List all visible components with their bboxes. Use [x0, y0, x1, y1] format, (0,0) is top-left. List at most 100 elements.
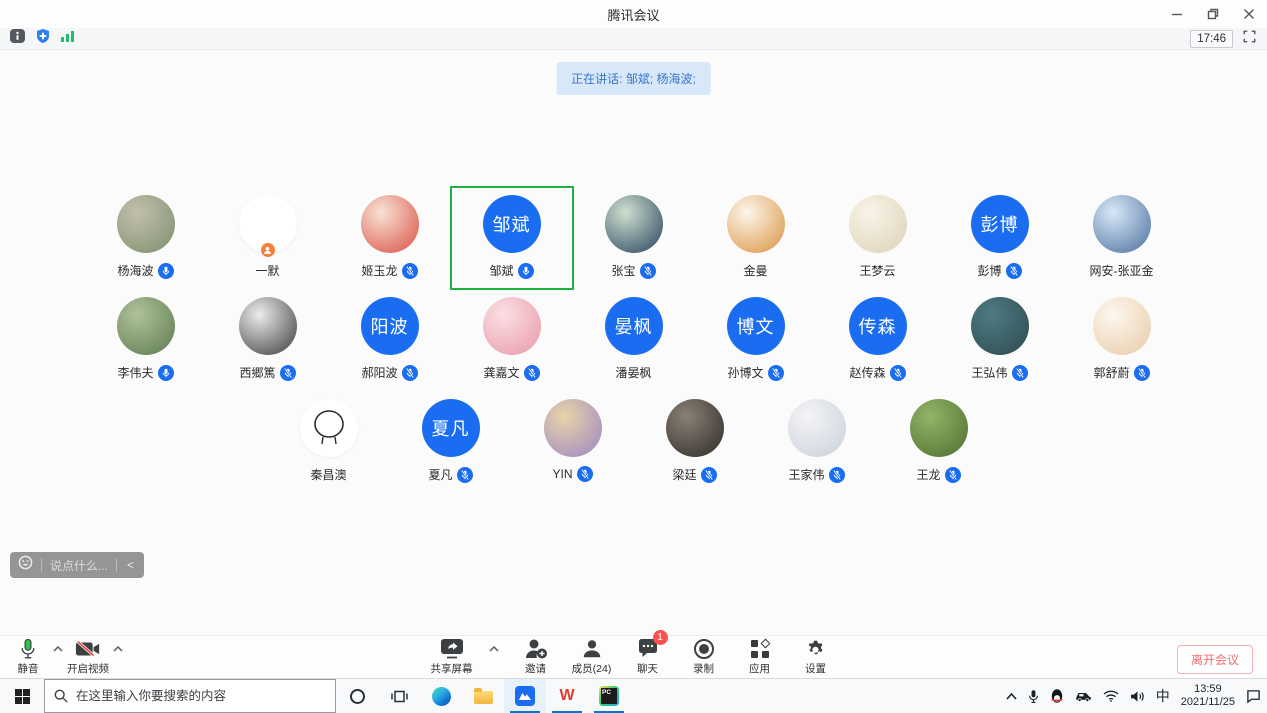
- participant-tile[interactable]: 网安-张亚金: [1061, 187, 1183, 289]
- chat-quick-bubble[interactable]: 说点什么... <: [10, 552, 144, 578]
- wifi-icon[interactable]: [1103, 690, 1119, 702]
- mic-muted-icon: [402, 365, 418, 381]
- participant-tile[interactable]: 西郷篤: [207, 289, 329, 391]
- avatar: 晏枫: [605, 297, 663, 355]
- participant-tile[interactable]: YIN: [512, 391, 634, 493]
- participant-name-row: 郭舒蔚: [1093, 364, 1149, 381]
- participant-tile[interactable]: 李伟夫: [85, 289, 207, 391]
- titlebar: 腾讯会议: [0, 0, 1267, 28]
- participant-tile[interactable]: 龚嘉文: [451, 289, 573, 391]
- taskbar-task-view-button[interactable]: [378, 679, 420, 713]
- photo-avatar: [788, 399, 846, 457]
- car-icon[interactable]: [1075, 690, 1092, 702]
- photo-avatar: [239, 297, 297, 355]
- action-center-icon[interactable]: [1246, 689, 1261, 703]
- chat-input-placeholder[interactable]: 说点什么...: [50, 557, 108, 574]
- participant-name: YIN: [552, 467, 572, 481]
- tray-microphone-icon[interactable]: [1028, 689, 1039, 704]
- mute-options-caret[interactable]: [50, 638, 66, 676]
- qq-icon[interactable]: [1050, 688, 1064, 704]
- clock-date: 2021/11/25: [1181, 696, 1235, 709]
- participant-tile[interactable]: 彭博彭博: [939, 187, 1061, 289]
- restore-button[interactable]: [1195, 0, 1231, 28]
- members-button[interactable]: 成员(24): [570, 637, 614, 676]
- taskbar-pycharm-button[interactable]: PC: [588, 679, 630, 713]
- participant-name: 邹斌: [489, 262, 513, 279]
- meeting-info-icon[interactable]: [10, 28, 26, 49]
- security-shield-icon[interactable]: [35, 28, 51, 49]
- start-video-button[interactable]: 开启视频: [66, 637, 110, 676]
- network-signal-icon[interactable]: [60, 29, 76, 48]
- participant-tile[interactable]: 杨海波: [85, 187, 207, 289]
- participant-tile[interactable]: 金曼: [695, 187, 817, 289]
- participant-tile[interactable]: 姬玉龙: [329, 187, 451, 289]
- start-button[interactable]: [0, 679, 44, 713]
- leave-meeting-button[interactable]: 离开会议: [1177, 645, 1253, 674]
- text-avatar: 博文: [727, 297, 785, 355]
- toolbar-center-group: 共享屏幕 邀请 成员(24) 1: [430, 637, 838, 676]
- start-video-label: 开启视频: [67, 661, 109, 676]
- invite-person-icon: [524, 637, 548, 660]
- participant-tile[interactable]: 一默: [207, 187, 329, 289]
- hidden-icons-chevron[interactable]: [1006, 693, 1017, 700]
- avatar: [605, 195, 663, 253]
- participant-name: 潘晏枫: [615, 364, 651, 381]
- participant-tile[interactable]: 晏枫潘晏枫: [573, 289, 695, 391]
- taskbar-tencent-meeting-button[interactable]: [504, 679, 546, 713]
- share-screen-label: 共享屏幕: [431, 661, 473, 676]
- participant-tile[interactable]: 王家伟: [756, 391, 878, 493]
- chat-collapse-button[interactable]: <: [125, 558, 136, 572]
- statusbar-right: 17:46: [1190, 29, 1257, 49]
- settings-button[interactable]: 设置: [794, 637, 838, 676]
- system-tray: 中 13:59 2021/11/25: [1006, 679, 1267, 713]
- record-button[interactable]: 录制: [682, 637, 726, 676]
- taskbar-edge-button[interactable]: [420, 679, 462, 713]
- participant-tile[interactable]: 张宝: [573, 187, 695, 289]
- participant-tile[interactable]: 梁廷: [634, 391, 756, 493]
- participant-row: 杨海波一默姬玉龙邹斌邹斌张宝金曼王梦云彭博彭博网安-张亚金: [0, 187, 1267, 289]
- taskbar-search-box[interactable]: [44, 679, 336, 713]
- close-button[interactable]: [1231, 0, 1267, 28]
- apps-label: 应用: [749, 661, 770, 676]
- participant-tile[interactable]: 传森赵传森: [817, 289, 939, 391]
- statusbar-left: [10, 28, 76, 49]
- participant-tile[interactable]: 邹斌邹斌: [451, 187, 573, 289]
- video-options-caret[interactable]: [110, 638, 126, 676]
- volume-icon[interactable]: [1130, 690, 1145, 703]
- participant-tile[interactable]: 夏凡夏凡: [390, 391, 512, 493]
- participant-tile[interactable]: 博文孙博文: [695, 289, 817, 391]
- search-input[interactable]: [76, 689, 326, 703]
- taskbar-file-explorer-button[interactable]: [462, 679, 504, 713]
- taskbar-clock[interactable]: 13:59 2021/11/25: [1181, 683, 1235, 709]
- avatar: 邹斌: [483, 195, 541, 253]
- participant-tile[interactable]: 王弘伟: [939, 289, 1061, 391]
- emoji-icon[interactable]: [18, 555, 33, 575]
- participant-tile[interactable]: 王梦云: [817, 187, 939, 289]
- mic-muted-icon: [701, 467, 717, 483]
- mute-button[interactable]: 静音: [6, 637, 50, 676]
- mic-on-icon: [158, 365, 174, 381]
- avatar: [971, 297, 1029, 355]
- participant-tile[interactable]: 阳波郝阳波: [329, 289, 451, 391]
- invite-button[interactable]: 邀请: [514, 637, 558, 676]
- chat-bubble-icon: 1: [637, 637, 659, 660]
- participant-tile[interactable]: 王龙: [878, 391, 1000, 493]
- participant-tile[interactable]: 秦昌澳: [268, 391, 390, 493]
- participant-name-row: 王龙: [916, 466, 960, 483]
- participant-tile[interactable]: 郭舒蔚: [1061, 289, 1183, 391]
- record-circle-icon: [693, 637, 715, 660]
- photo-avatar: [910, 399, 968, 457]
- apps-button[interactable]: 应用: [738, 637, 782, 676]
- text-avatar: 彭博: [971, 195, 1029, 253]
- taskbar-wps-button[interactable]: W: [546, 679, 588, 713]
- participant-name: 王龙: [916, 466, 940, 483]
- taskbar-cortana-button[interactable]: [336, 679, 378, 713]
- ime-indicator[interactable]: 中: [1156, 686, 1170, 706]
- chat-button[interactable]: 1 聊天: [626, 637, 670, 676]
- avatar: 博文: [727, 297, 785, 355]
- share-screen-button[interactable]: 共享屏幕: [430, 637, 474, 676]
- fullscreen-icon[interactable]: [1242, 29, 1257, 49]
- share-options-caret[interactable]: [486, 638, 502, 676]
- minimize-button[interactable]: [1159, 0, 1195, 28]
- participant-name: 龚嘉文: [483, 364, 519, 381]
